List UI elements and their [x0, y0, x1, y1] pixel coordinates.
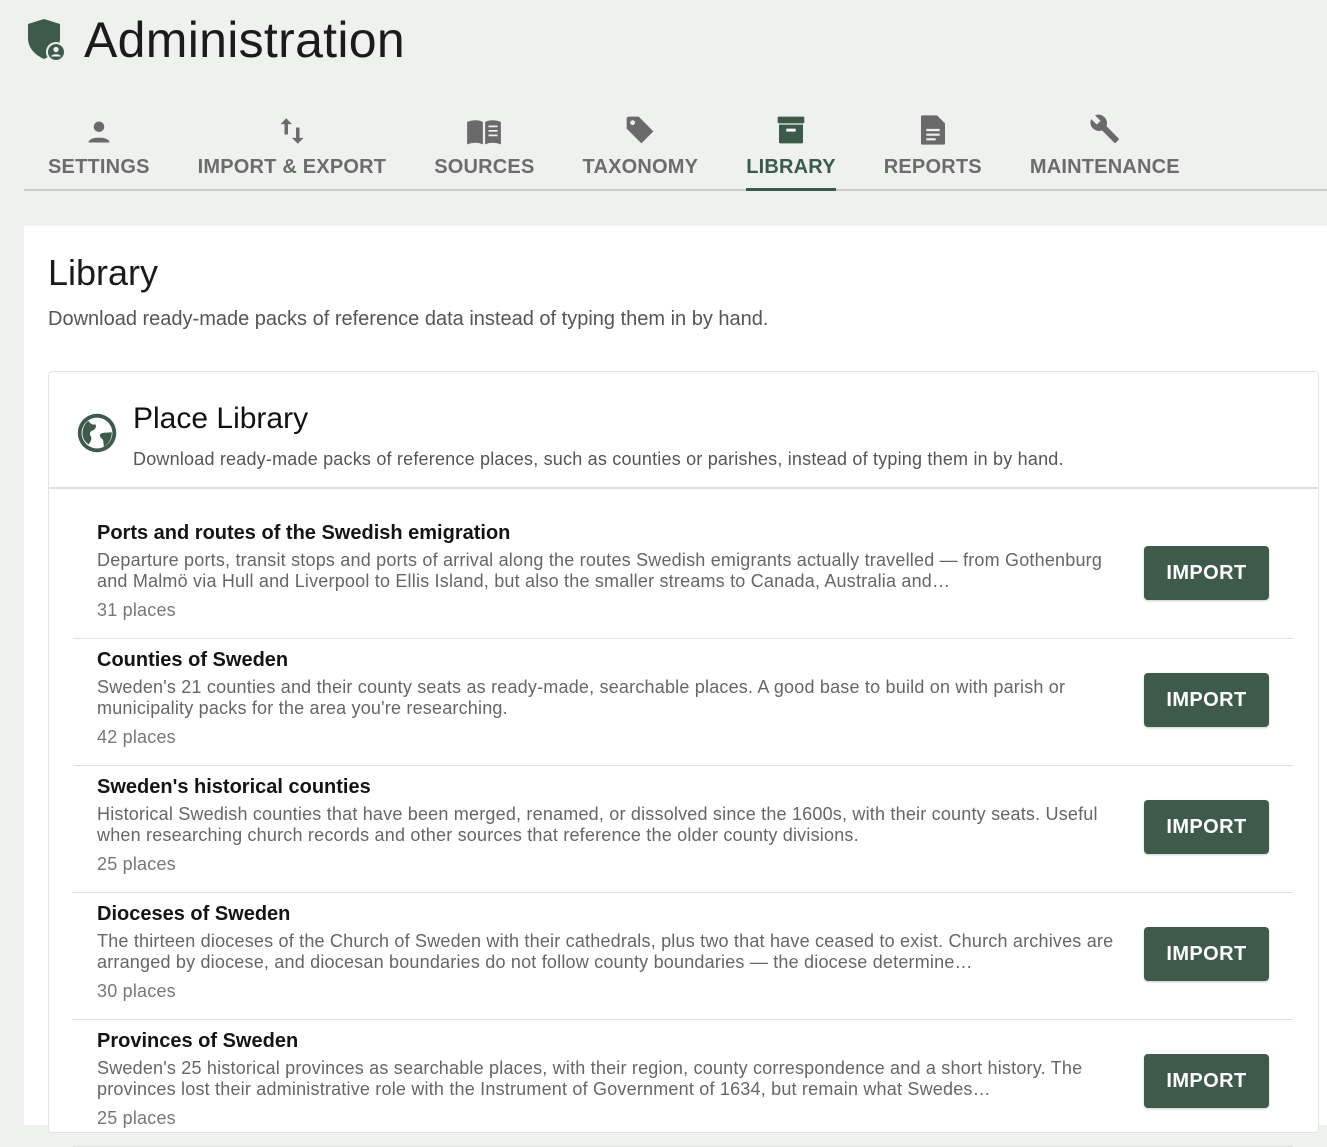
list-item: Provinces of Sweden Sweden's 25 historic… — [73, 1020, 1293, 1147]
pack-count: 25 places — [97, 854, 176, 874]
wrench-icon — [1090, 114, 1119, 143]
tab-library[interactable]: LIBRARY — [722, 104, 860, 191]
book-icon — [467, 120, 502, 145]
pack-description: Sweden's 25 historical provinces as sear… — [97, 1058, 1083, 1099]
tag-icon — [627, 116, 654, 144]
pack-count: 25 places — [97, 1108, 176, 1128]
tab-label: SETTINGS — [48, 156, 150, 178]
pack-title: Ports and routes of the Swedish emigrati… — [97, 522, 511, 544]
pack-title: Sweden's historical counties — [97, 776, 371, 798]
card-subtitle: Download ready-made packs of reference p… — [133, 449, 1064, 469]
card-header: Place Library Download ready-made packs … — [49, 372, 1318, 489]
tab-import-export[interactable]: IMPORT & EXPORT — [174, 104, 411, 189]
tab-taxonomy[interactable]: TAXONOMY — [559, 104, 723, 189]
app-header: Administration — [24, 8, 405, 72]
shield-person-icon — [28, 19, 66, 62]
globe-icon — [77, 413, 117, 453]
person-icon — [88, 121, 110, 143]
archive-icon — [777, 116, 805, 144]
import-button[interactable]: IMPORT — [1144, 1054, 1269, 1108]
pack-count: 42 places — [97, 727, 176, 747]
tab-reports[interactable]: REPORTS — [860, 104, 1006, 189]
pack-description: Historical Swedish counties that have be… — [97, 804, 1098, 845]
page-title: Library — [48, 252, 159, 293]
pack-count: 31 places — [97, 600, 176, 620]
list-item: Ports and routes of the Swedish emigrati… — [73, 512, 1293, 639]
page-subtitle: Download ready-made packs of reference d… — [48, 308, 769, 330]
pack-description: Sweden's 21 counties and their county se… — [97, 677, 1066, 718]
import-button[interactable]: IMPORT — [1144, 546, 1269, 600]
admin-tabs: SETTINGS IMPORT & EXPORT SOURCES TAXONOM… — [24, 104, 1327, 191]
tab-label: REPORTS — [883, 156, 982, 178]
list-item: Counties of Sweden Sweden's 21 counties … — [73, 639, 1293, 766]
app-title: Administration — [84, 12, 405, 68]
pack-title: Counties of Sweden — [97, 649, 289, 671]
document-icon — [920, 115, 945, 145]
tab-label: IMPORT & EXPORT — [197, 156, 387, 178]
library-panel: Library Download ready-made packs of ref… — [24, 226, 1327, 1147]
tab-label: MAINTENANCE — [1029, 156, 1180, 178]
import-button[interactable]: IMPORT — [1144, 927, 1269, 981]
pack-title: Dioceses of Sweden — [97, 903, 291, 925]
tab-label: SOURCES — [434, 156, 535, 178]
swap-vertical-icon — [280, 118, 304, 144]
pack-description: Departure ports, transit stops and ports… — [97, 550, 1103, 591]
import-button[interactable]: IMPORT — [1144, 800, 1269, 854]
pack-title: Provinces of Sweden — [97, 1030, 299, 1052]
tab-maintenance[interactable]: MAINTENANCE — [1006, 104, 1204, 189]
place-pack-list: Ports and routes of the Swedish emigrati… — [73, 512, 1293, 1147]
place-library-card: Place Library Download ready-made packs … — [48, 371, 1319, 1147]
pack-count: 30 places — [97, 981, 176, 1001]
tab-sources[interactable]: SOURCES — [410, 104, 558, 189]
pack-description: The thirteen dioceses of the Church of S… — [97, 931, 1114, 972]
tab-label: TAXONOMY — [582, 156, 699, 178]
tab-settings[interactable]: SETTINGS — [24, 104, 174, 189]
tab-label: LIBRARY — [746, 156, 836, 178]
list-item: Sweden's historical counties Historical … — [73, 766, 1293, 893]
import-button[interactable]: IMPORT — [1144, 673, 1269, 727]
list-item: Dioceses of Sweden The thirteen dioceses… — [73, 893, 1293, 1020]
card-title: Place Library — [133, 402, 309, 435]
